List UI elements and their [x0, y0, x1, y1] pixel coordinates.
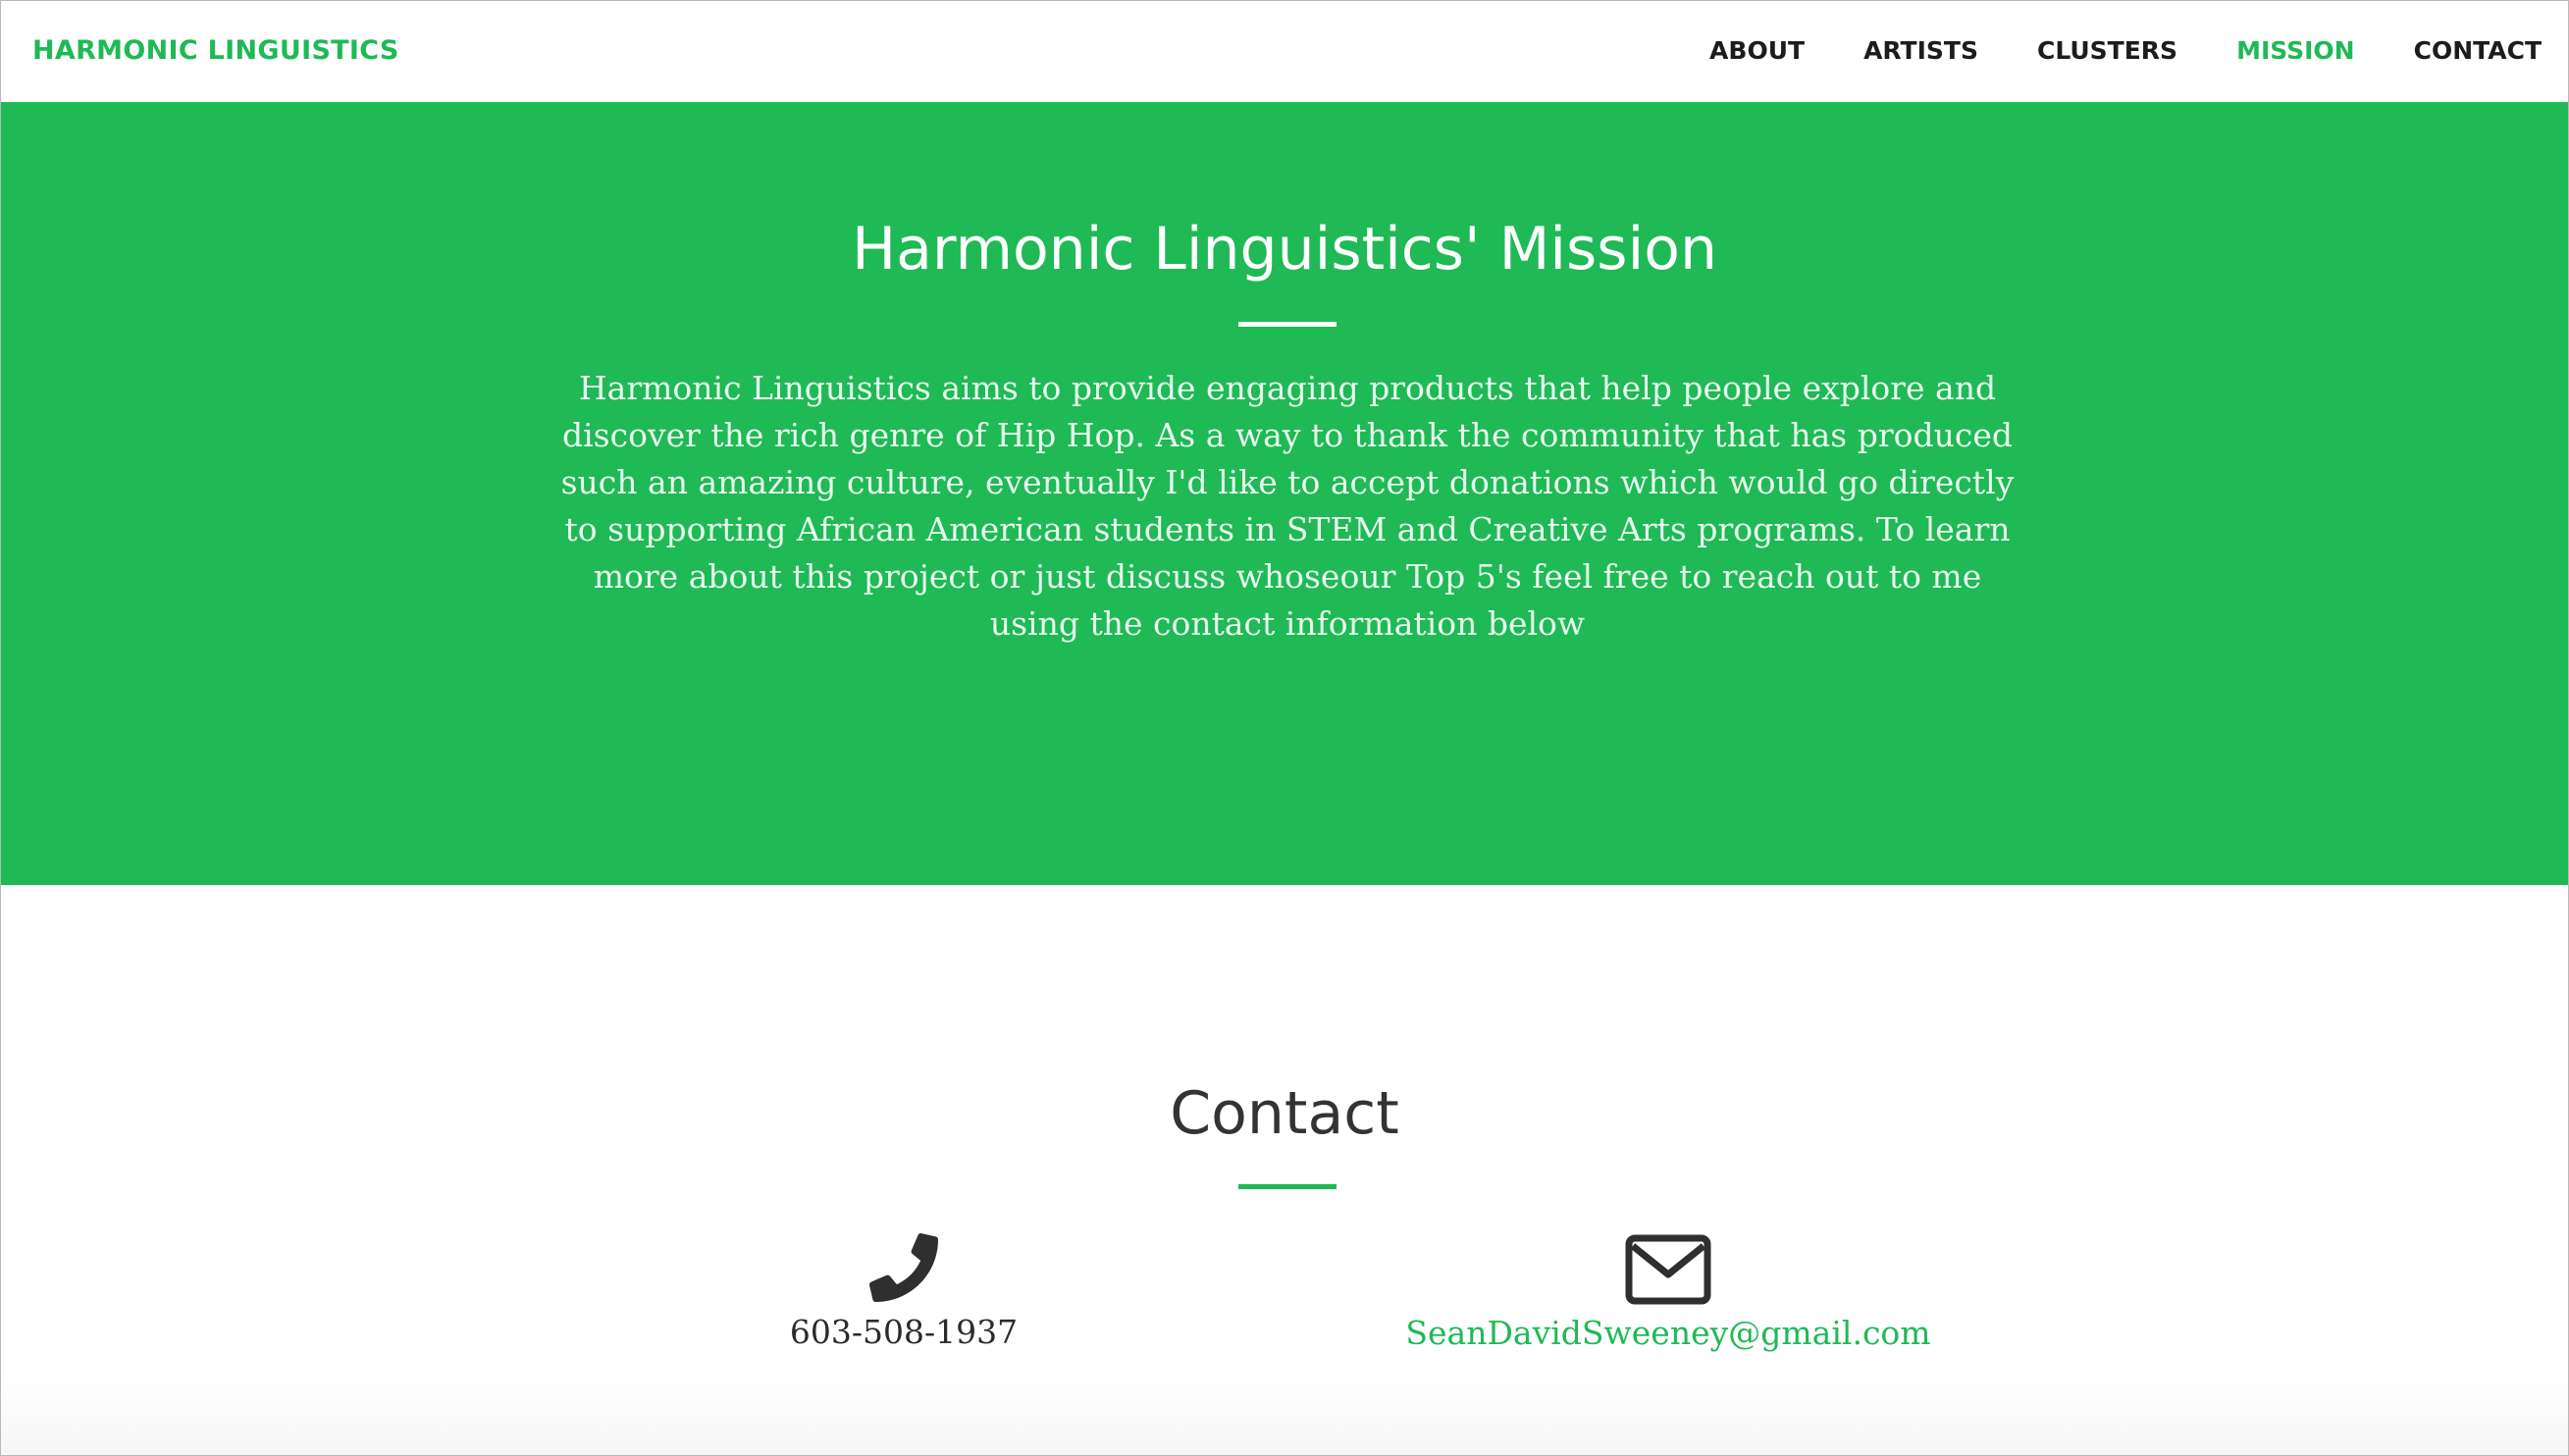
contact-section: Contact 603-508-1937 SeanDavidSweeney@gm…	[1, 885, 2568, 1455]
nav-link-contact[interactable]: CONTACT	[2414, 33, 2542, 69]
nav-link-clusters[interactable]: CLUSTERS	[2037, 33, 2177, 69]
nav-item-clusters: CLUSTERS	[2037, 33, 2236, 69]
contact-divider	[1238, 1184, 1337, 1189]
nav-item-about: ABOUT	[1709, 33, 1863, 69]
email-link[interactable]: SeanDavidSweeney@gmail.com	[1325, 1309, 2012, 1358]
nav-link-artists[interactable]: ARTISTS	[1863, 33, 1978, 69]
mission-title: Harmonic Linguistics' Mission	[852, 215, 1717, 284]
contact-title: Contact	[1170, 1079, 1399, 1148]
nav-menu: ABOUT ARTISTS CLUSTERS MISSION CONTACT	[1709, 33, 2568, 69]
phone-number: 603-508-1937	[789, 1313, 1019, 1351]
nav-item-mission: MISSION	[2236, 33, 2414, 69]
mission-section: Harmonic Linguistics' Mission Harmonic L…	[1, 102, 2568, 885]
nav-link-about[interactable]: ABOUT	[1709, 33, 1805, 69]
brand-link[interactable]: HARMONIC LINGUISTICS	[32, 33, 399, 69]
contact-phone: 603-508-1937	[560, 1233, 1247, 1357]
nav-item-contact: CONTACT	[2414, 33, 2568, 69]
browser-viewport: HARMONIC LINGUISTICS ABOUT ARTISTS CLUST…	[0, 0, 2569, 1456]
phone-icon	[869, 1233, 938, 1302]
envelope-icon	[1625, 1234, 1711, 1305]
nav-link-mission[interactable]: MISSION	[2236, 33, 2355, 69]
mission-divider	[1238, 322, 1337, 327]
nav-item-artists: ARTISTS	[1863, 33, 2037, 69]
mission-text: Harmonic Linguistics aims to provide eng…	[560, 369, 2015, 643]
contact-email: SeanDavidSweeney@gmail.com	[1325, 1233, 2012, 1358]
navbar: HARMONIC LINGUISTICS ABOUT ARTISTS CLUST…	[1, 1, 2568, 102]
